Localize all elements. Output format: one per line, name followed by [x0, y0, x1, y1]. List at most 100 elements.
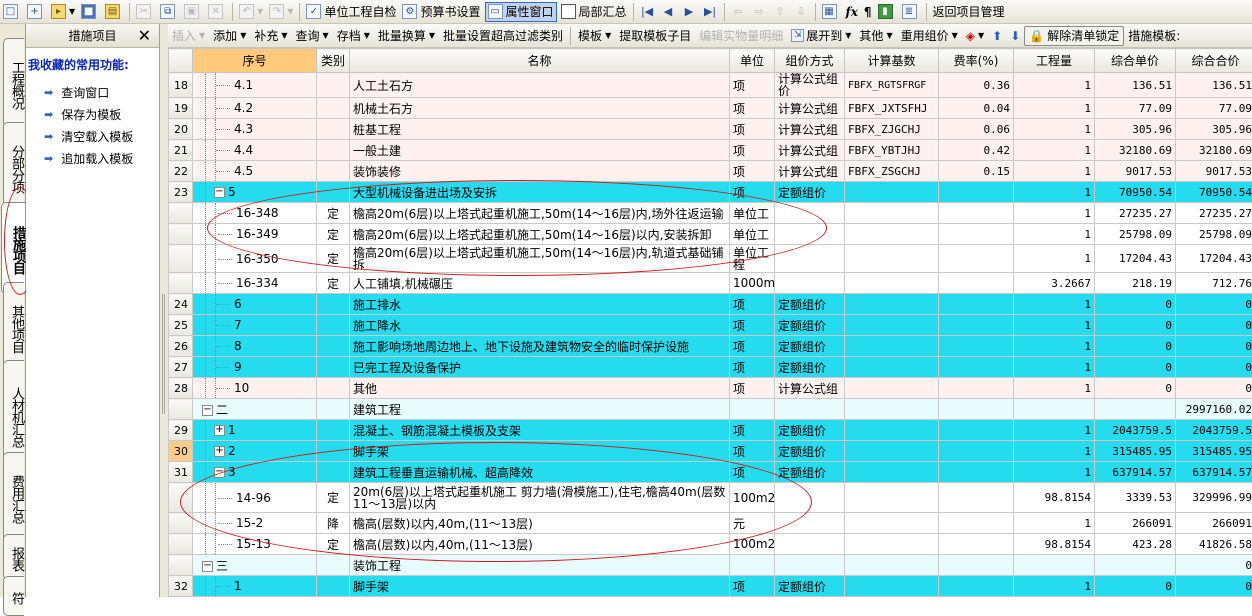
- row-name-cell[interactable]: 脚手架: [350, 576, 730, 597]
- row-quantity-cell[interactable]: 1: [1014, 245, 1095, 273]
- row-name-cell[interactable]: 其他: [350, 378, 730, 399]
- row-total-cell[interactable]: 17204.43: [1176, 245, 1252, 273]
- row-total-cell[interactable]: 2043759.5: [1176, 420, 1252, 441]
- tab-sub-items[interactable]: 分部分项: [3, 122, 24, 212]
- row-unit-cell[interactable]: 单位工程: [730, 245, 775, 273]
- row-number-cell[interactable]: 23: [169, 182, 193, 203]
- open-button[interactable]: ▸▼: [49, 2, 77, 22]
- row-type-cell[interactable]: 降: [317, 513, 350, 534]
- row-seq-cell[interactable]: 1: [193, 576, 317, 597]
- row-seq-cell[interactable]: 4.2: [193, 98, 317, 119]
- row-rate-cell[interactable]: [939, 420, 1014, 441]
- row-number-cell[interactable]: [169, 245, 193, 273]
- row-name-cell[interactable]: 机械土石方: [350, 98, 730, 119]
- row-quantity-cell[interactable]: 1: [1014, 203, 1095, 224]
- table-row[interactable]: 16-350定檐高20m(6层)以上塔式起重机施工,50m(14～16层)内,轨…: [169, 245, 1252, 273]
- reuse-price-menu[interactable]: 重用组价▼: [897, 26, 962, 46]
- row-number-cell[interactable]: 30: [169, 441, 193, 462]
- tab-reports[interactable]: 报表: [3, 534, 24, 580]
- row-pricing-method-cell[interactable]: [775, 273, 845, 294]
- row-unit-price-cell[interactable]: 0: [1095, 576, 1176, 597]
- favorite-item-append-template[interactable]: ➡追加载入模板: [26, 147, 159, 169]
- template-menu[interactable]: 模板▼: [574, 26, 615, 46]
- table-row[interactable]: 184.1人工土石方项计算公式组价FBFX_RGTSFRGF0.361136.5…: [169, 73, 1252, 98]
- row-name-cell[interactable]: 檐高(层数)以内,40m,(11～13层): [350, 513, 730, 534]
- new-project-button[interactable]: +: [25, 2, 47, 22]
- row-type-cell[interactable]: [317, 462, 350, 483]
- splitter-grip[interactable]: [162, 294, 165, 414]
- calculator-button[interactable]: ▦: [820, 2, 842, 22]
- archive-menu[interactable]: 存档▼: [333, 26, 374, 46]
- row-type-cell[interactable]: 定: [317, 273, 350, 294]
- row-type-cell[interactable]: [317, 378, 350, 399]
- row-unit-price-cell[interactable]: 637914.57: [1095, 462, 1176, 483]
- row-rate-cell[interactable]: [939, 224, 1014, 245]
- row-type-cell[interactable]: [317, 98, 350, 119]
- insert-menu[interactable]: 插入▼: [168, 26, 209, 46]
- row-unit-cell[interactable]: 项: [730, 294, 775, 315]
- row-pricing-method-cell[interactable]: [775, 534, 845, 555]
- row-unit-price-cell[interactable]: 32180.69: [1095, 140, 1176, 161]
- column-header-unit-price[interactable]: 综合单价: [1095, 49, 1176, 73]
- row-unit-cell[interactable]: 项: [730, 182, 775, 203]
- column-header-calc-base[interactable]: 计算基数: [845, 49, 939, 73]
- row-quantity-cell[interactable]: 1: [1014, 315, 1095, 336]
- row-name-cell[interactable]: 一般土建: [350, 140, 730, 161]
- row-unit-cell[interactable]: 项: [730, 161, 775, 182]
- row-total-cell[interactable]: 25798.09: [1176, 224, 1252, 245]
- row-name-cell[interactable]: 20m(6层)以上塔式起重机施工 剪力墙(滑模施工),住宅,檐高40m(层数11…: [350, 483, 730, 513]
- row-total-cell[interactable]: 637914.57: [1176, 462, 1252, 483]
- table-row[interactable]: 2810其他项计算公式组100: [169, 378, 1252, 399]
- row-name-cell[interactable]: 装饰装修: [350, 161, 730, 182]
- move-right-icon[interactable]: ⇨: [752, 4, 767, 19]
- row-calc-base-cell[interactable]: [845, 420, 939, 441]
- row-rate-cell[interactable]: [939, 441, 1014, 462]
- tab-measures[interactable]: 措施项目: [1, 202, 25, 294]
- tab-cost-summary[interactable]: 费用汇总: [3, 452, 24, 542]
- fill-color-menu[interactable]: ◈▼: [962, 26, 988, 46]
- row-total-cell[interactable]: 0: [1176, 294, 1252, 315]
- row-name-cell[interactable]: 大型机械设备进出场及安拆: [350, 182, 730, 203]
- row-rate-cell[interactable]: [939, 576, 1014, 597]
- row-rate-cell[interactable]: 0.15: [939, 161, 1014, 182]
- new-button[interactable]: □: [1, 2, 23, 22]
- row-name-cell[interactable]: 桩基工程: [350, 119, 730, 140]
- row-total-cell[interactable]: 266091: [1176, 513, 1252, 534]
- row-number-cell[interactable]: [169, 513, 193, 534]
- cut-button[interactable]: ✂: [134, 2, 156, 22]
- row-calc-base-cell[interactable]: [845, 399, 939, 420]
- row-name-cell[interactable]: 人工土石方: [350, 73, 730, 98]
- undo-button[interactable]: ↶▼: [237, 2, 265, 22]
- row-quantity-cell[interactable]: 1: [1014, 98, 1095, 119]
- row-number-cell[interactable]: 21: [169, 140, 193, 161]
- row-calc-base-cell[interactable]: [845, 182, 939, 203]
- row-calc-base-cell[interactable]: [845, 336, 939, 357]
- row-rate-cell[interactable]: 0.42: [939, 140, 1014, 161]
- row-pricing-method-cell[interactable]: 计算公式组: [775, 378, 845, 399]
- row-pricing-method-cell[interactable]: 定额组价: [775, 182, 845, 203]
- row-unit-cell[interactable]: 项: [730, 576, 775, 597]
- row-quantity-cell[interactable]: 1: [1014, 182, 1095, 203]
- row-calc-base-cell[interactable]: [845, 203, 939, 224]
- collapse-icon[interactable]: −: [214, 467, 225, 478]
- row-pricing-method-cell[interactable]: [775, 224, 845, 245]
- row-pricing-method-cell[interactable]: 计算公式组: [775, 119, 845, 140]
- tab-other-items[interactable]: 其他项目: [3, 282, 24, 372]
- row-pricing-method-cell[interactable]: 定额组价: [775, 294, 845, 315]
- row-type-cell[interactable]: 定: [317, 203, 350, 224]
- row-seq-cell[interactable]: 16-349: [193, 224, 317, 245]
- row-unit-price-cell[interactable]: 3339.53: [1095, 483, 1176, 513]
- panel-splitter[interactable]: [160, 24, 168, 597]
- row-type-cell[interactable]: 定: [317, 224, 350, 245]
- column-header-seq[interactable]: 序号: [193, 49, 317, 73]
- row-seq-cell[interactable]: 16-350: [193, 245, 317, 273]
- row-calc-base-cell[interactable]: FBFX_JXTSFHJ: [845, 98, 939, 119]
- row-calc-base-cell[interactable]: [845, 534, 939, 555]
- row-calc-base-cell[interactable]: FBFX_ZJGCHJ: [845, 119, 939, 140]
- row-number-cell[interactable]: 24: [169, 294, 193, 315]
- row-pricing-method-cell[interactable]: [775, 245, 845, 273]
- row-type-cell[interactable]: [317, 576, 350, 597]
- row-pricing-method-cell[interactable]: [775, 513, 845, 534]
- row-pricing-method-cell[interactable]: 定额组价: [775, 336, 845, 357]
- row-calc-base-cell[interactable]: [845, 294, 939, 315]
